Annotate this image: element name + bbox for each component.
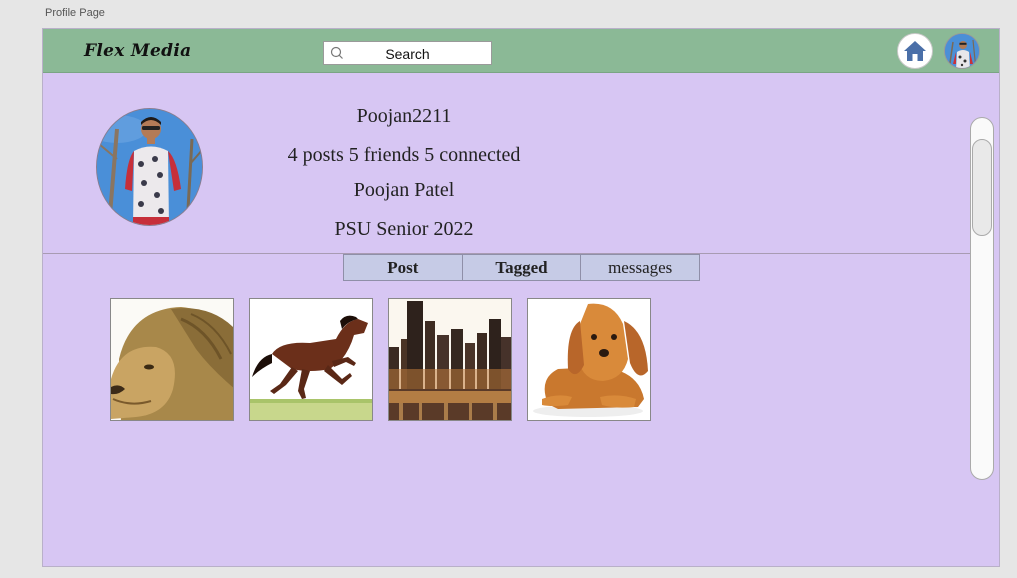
post-grid: [110, 298, 651, 421]
profile-stats: 4 posts 5 friends 5 connected: [287, 144, 521, 166]
profile-page-frame: Flex Media Search Poojan2211 4 posts 5 f…: [42, 28, 1000, 567]
profile-full-name: Poojan Patel: [353, 179, 455, 201]
home-button[interactable]: [897, 33, 933, 69]
city-skyline-image: [389, 299, 511, 420]
puppy-image: [528, 299, 650, 420]
tab-messages[interactable]: messages: [581, 255, 699, 280]
profile-bio: PSU Senior 2022: [334, 218, 474, 240]
brand-logo[interactable]: Flex Media: [84, 41, 191, 61]
horse-image: [250, 299, 372, 420]
post-thumbnail-horse[interactable]: [249, 298, 373, 421]
tab-post[interactable]: Post: [344, 255, 463, 280]
profile-picture[interactable]: [96, 108, 203, 226]
home-icon: [904, 41, 926, 61]
canvas-label: Profile Page: [45, 7, 105, 19]
top-navigation-bar: Flex Media Search: [43, 29, 999, 73]
post-thumbnail-puppy[interactable]: [527, 298, 651, 421]
search-label: Search: [385, 46, 430, 62]
lion-image: [111, 299, 233, 420]
profile-tabs: Post Tagged messages: [343, 254, 700, 281]
scrollbar-thumb[interactable]: [972, 139, 992, 236]
profile-photo: [97, 109, 202, 225]
user-avatar-button[interactable]: [944, 33, 980, 69]
post-thumbnail-lion[interactable]: [110, 298, 234, 421]
avatar-image: [945, 34, 979, 68]
search-input[interactable]: Search: [323, 41, 492, 65]
vertical-scrollbar[interactable]: [970, 117, 994, 480]
post-thumbnail-city[interactable]: [388, 298, 512, 421]
tab-tagged[interactable]: Tagged: [463, 255, 582, 280]
profile-username: Poojan2211: [356, 105, 452, 127]
